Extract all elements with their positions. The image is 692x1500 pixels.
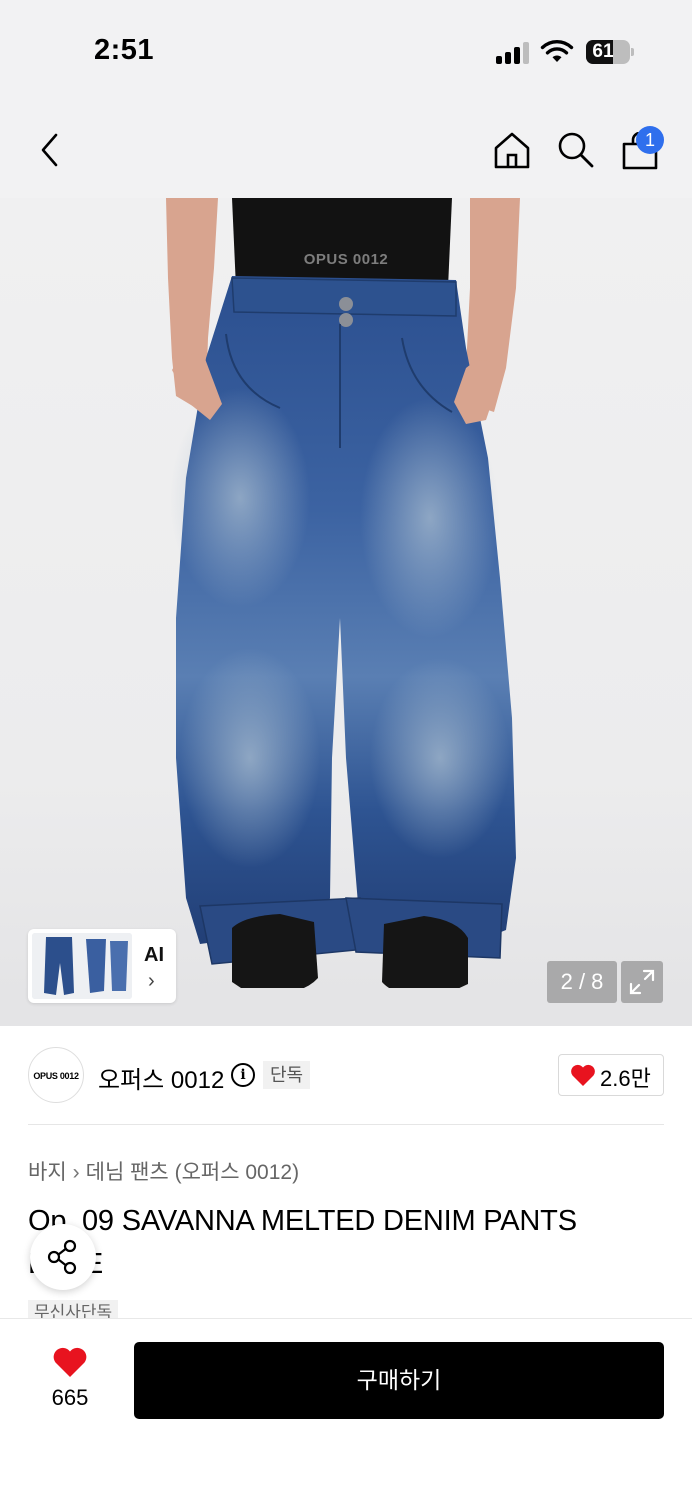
expand-icon <box>629 969 655 995</box>
battery-icon: 61 <box>586 40 634 64</box>
heart-icon <box>571 1064 595 1086</box>
brand-name[interactable]: 오퍼스 0012 <box>98 1060 224 1095</box>
product-photo: OPUS 0012 <box>0 198 692 1026</box>
thumbnail-photos <box>32 933 132 999</box>
buy-button[interactable]: 구매하기 <box>134 1342 664 1419</box>
exclusive-badge: 단독 <box>263 1061 311 1089</box>
expand-button[interactable] <box>621 961 663 1003</box>
like-count: 665 <box>51 1385 89 1410</box>
chevron-right-icon: › <box>72 1161 80 1184</box>
back-icon[interactable] <box>36 132 64 168</box>
breadcrumb: 바지 › 데님 팬츠 (오퍼스 0012) <box>28 1156 299 1186</box>
breadcrumb-item[interactable]: 바지 <box>28 1161 67 1184</box>
wifi-icon <box>540 40 574 62</box>
search-icon[interactable] <box>556 130 596 170</box>
breadcrumb-item[interactable]: 데님 팬츠 (오퍼스 0012) <box>86 1161 299 1184</box>
info-icon[interactable]: i <box>231 1063 255 1087</box>
home-icon[interactable] <box>492 130 532 170</box>
brand-logo[interactable]: OPUS 0012 <box>28 1047 84 1103</box>
product-title-line: BLUE <box>28 1243 664 1286</box>
shirt-print-text: OPUS 0012 <box>304 251 389 268</box>
share-button[interactable] <box>30 1224 96 1290</box>
product-title-line: Op. 09 SAVANNA MELTED DENIM PANTS <box>28 1205 577 1237</box>
cellular-signal-icon <box>496 42 532 64</box>
status-bar: 2:51 61 <box>0 0 692 100</box>
thumbnail-image[interactable] <box>32 933 132 999</box>
heart-icon[interactable] <box>52 1346 88 1378</box>
share-icon <box>47 1239 77 1275</box>
brand-like-count: 2.6만 <box>600 1066 651 1091</box>
divider <box>28 1124 664 1125</box>
ai-label: AI <box>144 944 164 966</box>
status-time: 2:51 <box>94 34 155 66</box>
battery-level: 61 <box>592 41 614 62</box>
product-image-gallery[interactable]: OPUS 0012 <box>0 198 692 1026</box>
cart-badge: 1 <box>636 126 664 154</box>
image-page-indicator: 2 / 8 <box>547 961 617 1003</box>
product-title: Op. 09 SAVANNA MELTED DENIM PANTS BLUE <box>28 1200 664 1286</box>
chevron-right-icon[interactable]: › <box>148 970 155 993</box>
